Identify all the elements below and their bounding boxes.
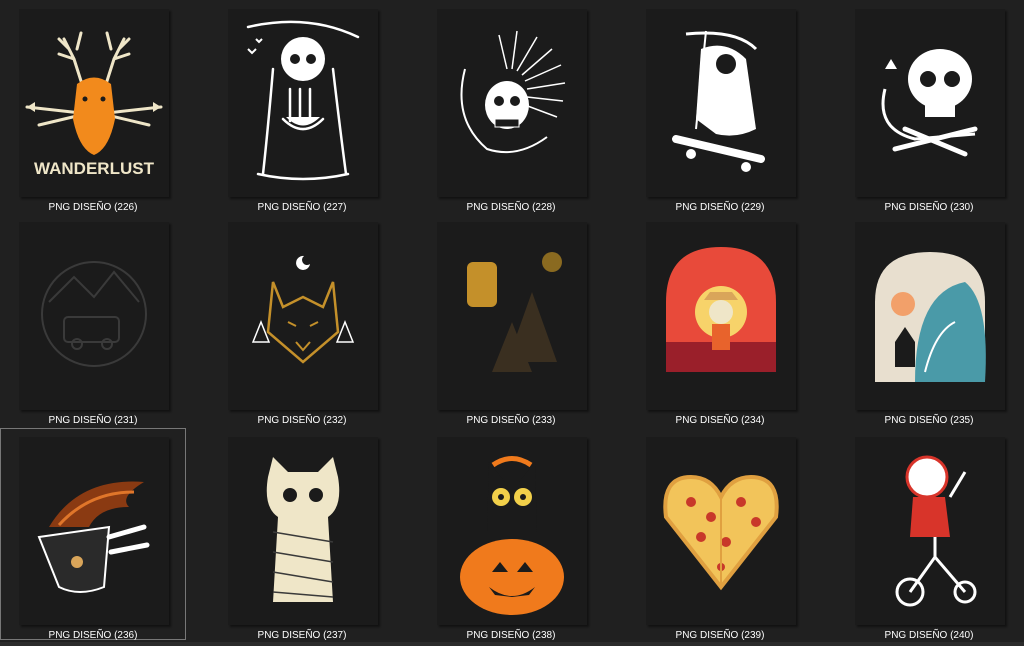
file-thumbnail[interactable]: WANDERLUST [19,9,169,197]
file-thumbnail[interactable] [228,9,378,197]
file-thumbnail[interactable] [228,222,378,410]
file-thumbnail[interactable] [437,222,587,410]
file-label: PNG DISEÑO (234) [675,415,765,426]
skeleton-beach-icon [666,247,776,372]
file-thumbnail[interactable] [19,222,169,410]
file-tile[interactable]: PNG DISEÑO (228) [418,0,604,213]
file-thumbnail[interactable] [646,9,796,197]
file-label: PNG DISEÑO (238) [466,630,556,641]
file-tile[interactable]: PNG DISEÑO (230) [836,0,1022,213]
backpack-mountains-icon [467,252,562,372]
file-tile[interactable]: PNG DISEÑO (227) [209,0,395,213]
file-thumbnail[interactable] [19,437,169,625]
art-text: WANDERLUST [34,159,155,178]
file-tile[interactable]: PNG DISEÑO (237) [209,428,395,641]
file-label: PNG DISEÑO (231) [48,415,138,426]
file-thumbnail[interactable] [855,9,1005,197]
file-tile[interactable]: PNG DISEÑO (240) [836,428,1022,641]
file-tile[interactable]: PNG DISEÑO (235) [836,213,1022,426]
file-tile[interactable]: PNG DISEÑO (233) [418,213,604,426]
cat-pumpkin-icon [460,456,564,615]
wolf-moon-icon [251,255,355,364]
file-label: PNG DISEÑO (235) [884,415,974,426]
file-tile[interactable]: PNG DISEÑO (231) [0,213,186,426]
file-thumbnail[interactable] [437,9,587,197]
file-label: PNG DISEÑO (233) [466,415,556,426]
file-thumbnail[interactable] [646,222,796,410]
file-grid: WANDERLUST PNG DISEÑO (226) PNG DISEÑO ( [0,0,1024,646]
file-tile[interactable]: PNG DISEÑO (234) [627,213,813,426]
skull-cat-icon [881,49,978,157]
file-tile[interactable]: WANDERLUST PNG DISEÑO (226) [0,0,186,213]
file-tile[interactable]: PNG DISEÑO (229) [627,0,813,213]
file-thumbnail[interactable] [437,437,587,625]
pizza-heart-icon [663,474,779,591]
deer-wanderlust-icon: WANDERLUST [25,31,163,178]
van-camping-icon [41,261,147,367]
reaper-wave-icon [875,252,986,382]
file-label: PNG DISEÑO (236) [48,630,138,641]
horizontal-scrollbar[interactable] [0,642,1024,646]
file-thumbnail[interactable] [228,437,378,625]
skeleton-ramen-icon [246,20,360,181]
reaper-skateboard-icon [672,30,765,172]
file-tile[interactable]: PNG DISEÑO (232) [209,213,395,426]
file-thumbnail[interactable] [855,437,1005,625]
flaming-coffee-icon [37,481,150,593]
file-label: PNG DISEÑO (237) [257,630,347,641]
file-thumbnail[interactable] [855,222,1005,410]
skeleton-tricycle-icon [895,455,977,607]
file-tile-selected[interactable]: PNG DISEÑO (236) [0,428,186,641]
file-label: PNG DISEÑO (240) [884,630,974,641]
file-thumbnail[interactable] [646,437,796,625]
mummy-cat-icon [266,457,340,602]
file-label: PNG DISEÑO (232) [257,415,347,426]
punk-skull-icon [460,30,566,154]
file-label: PNG DISEÑO (239) [675,630,765,641]
file-tile[interactable]: PNG DISEÑO (239) [627,428,813,641]
file-tile[interactable]: PNG DISEÑO (238) [418,428,604,641]
